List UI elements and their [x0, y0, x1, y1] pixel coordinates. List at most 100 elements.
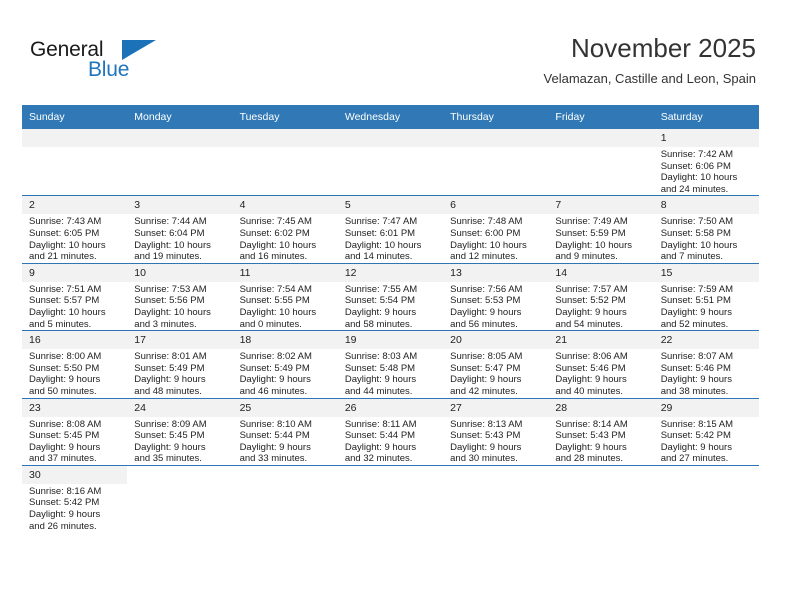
daylight-text-line1: Daylight: 10 hours — [134, 306, 211, 318]
day-cell-16[interactable]: 16 Sunrise: 8:00 AM Sunset: 5:50 PM Dayligh… — [22, 330, 128, 398]
daylight-text-line2: and 54 minutes. — [555, 318, 624, 330]
day-number: 6 — [443, 196, 549, 215]
day-cell-21[interactable]: 21 Sunrise: 8:06 AM Sunset: 5:46 PM Dayligh… — [548, 330, 654, 398]
daylight-text-line2: and 28 minutes. — [555, 453, 624, 465]
day-number — [443, 129, 549, 147]
daylight-text-line1: Daylight: 9 hours — [344, 441, 417, 453]
day-number: 17 — [127, 331, 233, 350]
sunrise-text: Sunrise: 8:00 AM — [29, 351, 102, 363]
day-cell-empty — [232, 464, 338, 533]
sunset-text: Sunset: 5:50 PM — [29, 362, 100, 374]
day-cell-29[interactable]: 29 Sunrise: 8:15 AM Sunset: 5:42 PM Dayligh… — [653, 397, 759, 466]
day-details: Sunrise: 7:50 AM Sunset: 5:58 PM Daylight:… — [654, 214, 759, 262]
sunset-text: Sunset: 5:43 PM — [450, 430, 521, 442]
daylight-text-line1: Daylight: 9 hours — [134, 374, 206, 386]
weekday-header-monday: Monday — [127, 105, 233, 129]
daylight-text-line2: and 44 minutes. — [344, 385, 413, 397]
day-cell-empty — [548, 129, 654, 196]
sunset-text: Sunset: 6:04 PM — [134, 227, 205, 239]
day-number: 3 — [127, 196, 233, 215]
day-number: 15 — [653, 263, 759, 282]
day-number: 14 — [548, 263, 654, 282]
page-title: November 2025 — [571, 33, 756, 63]
day-number — [232, 129, 338, 147]
daylight-text-line2: and 7 minutes. — [660, 251, 724, 263]
day-cell-8[interactable]: 8 Sunrise: 7:50 AM Sunset: 5:58 PM Daylight… — [653, 195, 759, 264]
sunrise-text: Sunrise: 8:02 AM — [239, 351, 312, 363]
day-cell-25[interactable]: 25 Sunrise: 8:10 AM Sunset: 5:44 PM Dayligh… — [232, 397, 338, 466]
day-details: Sunrise: 7:59 AM Sunset: 5:51 PM Daylight:… — [654, 282, 759, 330]
day-details: Sunrise: 7:43 AM Sunset: 6:05 PM Daylight:… — [22, 214, 127, 262]
day-cell-4[interactable]: 4 Sunrise: 7:45 AM Sunset: 6:02 PM Daylight… — [232, 195, 338, 264]
day-details: Sunrise: 8:03 AM Sunset: 5:48 PM Daylight:… — [338, 349, 443, 397]
day-number: 13 — [443, 263, 549, 282]
sunrise-text: Sunrise: 8:13 AM — [450, 418, 523, 430]
day-cell-30[interactable]: 30 Sunrise: 8:16 AM Sunset: 5:42 PM Dayligh… — [22, 464, 128, 533]
daylight-text-line1: Daylight: 10 hours — [555, 239, 632, 251]
day-number: 8 — [653, 196, 759, 215]
day-cell-26[interactable]: 26 Sunrise: 8:11 AM Sunset: 5:44 PM Dayligh… — [337, 397, 444, 466]
sunset-text: Sunset: 5:57 PM — [29, 295, 100, 307]
sunset-text: Sunset: 5:55 PM — [239, 295, 310, 307]
sunrise-text: Sunrise: 7:54 AM — [239, 283, 312, 295]
day-cell-empty — [337, 129, 444, 196]
daylight-text-line2: and 40 minutes. — [555, 385, 624, 397]
sunrise-text: Sunrise: 7:56 AM — [450, 283, 523, 295]
day-cell-11[interactable]: 11 Sunrise: 7:54 AM Sunset: 5:55 PM Dayligh… — [232, 262, 338, 331]
daylight-text-line1: Daylight: 9 hours — [29, 509, 101, 521]
day-cell-23[interactable]: 23 Sunrise: 8:08 AM Sunset: 5:45 PM Dayligh… — [22, 397, 128, 466]
calendar-body: 1 Sunrise: 7:42 AM Sunset: 6:06 PM Daylight… — [22, 129, 759, 533]
sunset-text: Sunset: 5:58 PM — [660, 227, 731, 239]
day-details: Sunrise: 7:55 AM Sunset: 5:54 PM Daylight:… — [338, 282, 443, 330]
day-cell-18[interactable]: 18 Sunrise: 8:02 AM Sunset: 5:49 PM Dayligh… — [232, 330, 338, 398]
day-cell-17[interactable]: 17 Sunrise: 8:01 AM Sunset: 5:49 PM Dayligh… — [127, 330, 233, 398]
sunset-text: Sunset: 5:49 PM — [239, 362, 310, 374]
day-details: Sunrise: 8:10 AM Sunset: 5:44 PM Daylight:… — [233, 417, 338, 465]
day-cell-13[interactable]: 13 Sunrise: 7:56 AM Sunset: 5:53 PM Dayligh… — [443, 262, 549, 331]
day-details: Sunrise: 7:53 AM Sunset: 5:56 PM Daylight:… — [127, 282, 232, 330]
daylight-text-line1: Daylight: 9 hours — [450, 441, 522, 453]
day-number: 26 — [337, 398, 444, 417]
day-cell-6[interactable]: 6 Sunrise: 7:48 AM Sunset: 6:00 PM Daylight… — [443, 195, 549, 264]
sunrise-text: Sunrise: 7:57 AM — [555, 283, 628, 295]
calendar-week-row: 16 Sunrise: 8:00 AM Sunset: 5:50 PM Dayligh… — [22, 330, 759, 398]
calendar-week-row: 1 Sunrise: 7:42 AM Sunset: 6:06 PM Daylight… — [22, 129, 759, 196]
sunrise-text: Sunrise: 7:42 AM — [660, 149, 734, 160]
day-cell-10[interactable]: 10 Sunrise: 7:53 AM Sunset: 5:56 PM Dayligh… — [127, 262, 233, 331]
day-cell-20[interactable]: 20 Sunrise: 8:05 AM Sunset: 5:47 PM Dayligh… — [443, 330, 549, 398]
day-cell-7[interactable]: 7 Sunrise: 7:49 AM Sunset: 5:59 PM Daylight… — [548, 195, 654, 264]
sunrise-text: Sunrise: 8:16 AM — [29, 485, 102, 497]
day-cell-2[interactable]: 2 Sunrise: 7:43 AM Sunset: 6:05 PM Daylight… — [22, 195, 128, 264]
day-cell-14[interactable]: 14 Sunrise: 7:57 AM Sunset: 5:52 PM Dayligh… — [548, 262, 654, 331]
sunset-text: Sunset: 5:51 PM — [660, 295, 731, 307]
day-cell-15[interactable]: 15 Sunrise: 7:59 AM Sunset: 5:51 PM Dayligh… — [653, 262, 759, 331]
daylight-text-line1: Daylight: 10 hours — [450, 239, 527, 251]
day-details: Sunrise: 7:54 AM Sunset: 5:55 PM Daylight:… — [233, 282, 338, 330]
day-cell-28[interactable]: 28 Sunrise: 8:14 AM Sunset: 5:43 PM Dayligh… — [548, 397, 654, 466]
generalblue-logo[interactable]: General Blue — [30, 38, 160, 86]
daylight-text-line2: and 37 minutes. — [29, 453, 97, 465]
day-cell-24[interactable]: 24 Sunrise: 8:09 AM Sunset: 5:45 PM Dayligh… — [127, 397, 233, 466]
day-number: 9 — [22, 263, 128, 282]
day-cell-3[interactable]: 3 Sunrise: 7:44 AM Sunset: 6:04 PM Daylight… — [127, 195, 233, 264]
day-cell-12[interactable]: 12 Sunrise: 7:55 AM Sunset: 5:54 PM Dayligh… — [337, 262, 444, 331]
day-cell-9[interactable]: 9 Sunrise: 7:51 AM Sunset: 5:57 PM Daylight… — [22, 262, 128, 331]
day-cell-19[interactable]: 19 Sunrise: 8:03 AM Sunset: 5:48 PM Dayligh… — [337, 330, 444, 398]
sunrise-text: Sunrise: 7:53 AM — [134, 283, 207, 295]
sunrise-text: Sunrise: 8:06 AM — [555, 351, 628, 363]
day-details: Sunrise: 8:16 AM Sunset: 5:42 PM Daylight:… — [22, 484, 127, 532]
day-cell-22[interactable]: 22 Sunrise: 8:07 AM Sunset: 5:46 PM Dayligh… — [653, 330, 759, 398]
daylight-text-line2: and 14 minutes. — [344, 251, 413, 263]
sunrise-text: Sunrise: 7:51 AM — [29, 283, 102, 295]
day-cell-5[interactable]: 5 Sunrise: 7:47 AM Sunset: 6:01 PM Daylight… — [337, 195, 444, 264]
daylight-text-line2: and 24 minutes. — [660, 183, 729, 195]
day-number: 1 — [653, 129, 759, 147]
daylight-text-line1: Daylight: 9 hours — [29, 441, 101, 453]
daylight-text-line2: and 35 minutes. — [134, 453, 202, 465]
day-number: 19 — [337, 331, 444, 350]
day-cell-1[interactable]: 1 Sunrise: 7:42 AM Sunset: 6:06 PM Daylight… — [653, 129, 759, 196]
sunrise-text: Sunrise: 7:59 AM — [660, 283, 734, 295]
day-details: Sunrise: 8:06 AM Sunset: 5:46 PM Daylight:… — [548, 349, 653, 397]
day-cell-27[interactable]: 27 Sunrise: 8:13 AM Sunset: 5:43 PM Dayligh… — [443, 397, 549, 466]
weekday-header-tuesday: Tuesday — [232, 105, 338, 129]
